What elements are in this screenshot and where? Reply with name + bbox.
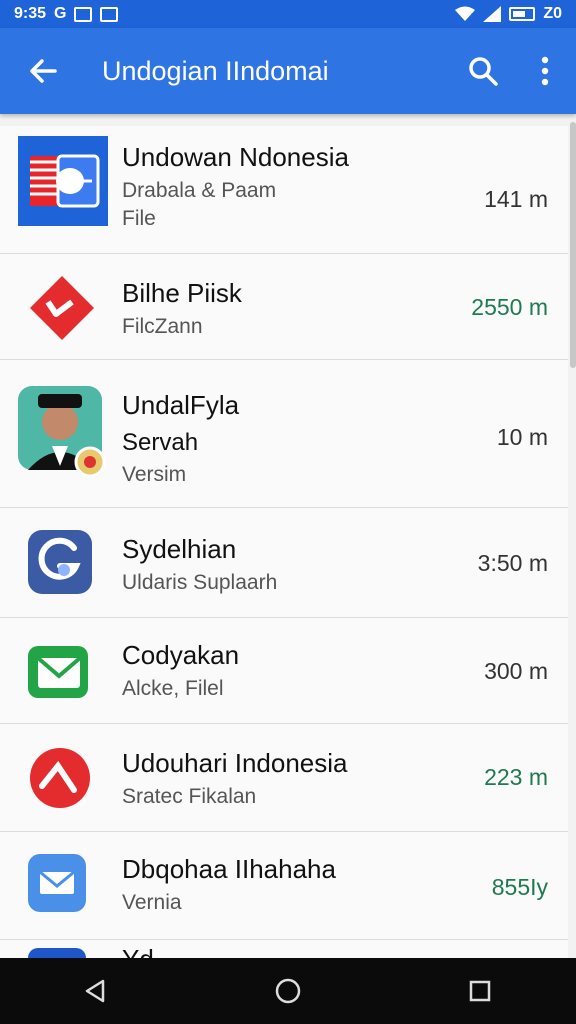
status-time: 9:35 [14,5,47,22]
red-slash-icon [28,746,92,810]
item-title: Undowan Ndonesia [122,142,349,172]
item-subtitle: Vernia [122,891,182,914]
image-icon [100,6,119,22]
list-item[interactable]: Sydelhian Uldaris Suplaarh 3:50 m [0,508,568,618]
flag-chat-app-icon [18,136,108,226]
item-subtitle: Servah [122,429,199,456]
green-mail-icon [28,640,92,704]
item-subtitle-2: File [122,207,156,230]
item-subtitle: FilcZann [122,315,203,338]
profile-avatar-icon [18,380,108,480]
item-meta: 3:50 m [477,550,548,576]
item-subtitle: Uldaris Suplaarh [122,571,278,594]
back-button[interactable] [0,28,86,114]
status-right-text: Z0 [543,5,562,22]
notification-box-icon [74,6,93,22]
square-recents-icon [469,980,491,1002]
item-title: Dbqohaa IIhahaha [122,854,336,884]
search-icon [469,57,498,86]
nav-back-button[interactable] [66,961,126,1021]
signal-icon [483,6,502,22]
item-title: Yd [122,944,154,958]
list-item[interactable]: UndalFyla Servah Versim 10 m [0,360,568,508]
blue-app-icon [28,948,88,958]
navigation-bar [0,958,576,1024]
item-meta: 223 m [484,764,548,790]
item-subtitle: Alcke, Filel [122,677,224,700]
list-item[interactable]: Yd [0,940,568,958]
nav-recents-button[interactable] [450,961,510,1021]
more-options-button[interactable] [514,28,576,114]
item-subtitle: Drabala & Paam [122,179,277,202]
nav-home-button[interactable] [258,961,318,1021]
item-meta: 10 m [496,424,548,450]
battery-icon [509,7,536,21]
triangle-back-icon [85,979,105,1003]
item-title: UndalFyla [122,390,240,420]
blue-mail-icon [28,854,88,914]
item-meta: 2550 m [471,294,548,320]
list-item[interactable]: Udouhari Indonesia Sratec Fikalan 223 m [0,724,568,832]
g-app-icon [28,530,92,594]
item-title: Sydelhian [122,534,237,564]
scrollbar[interactable] [570,122,576,368]
file-list: Undowan Ndonesia Drabala & Paam File 141… [0,114,576,958]
status-bar: 9:35 G Z0 [0,0,576,28]
status-right: Z0 [455,5,562,23]
item-title: Codyakan [122,640,240,670]
status-left: 9:35 G [14,5,119,23]
item-subtitle-2: Versim [122,463,187,486]
arrow-left-icon [30,59,57,83]
g-icon: G [54,5,67,22]
item-meta: 141 m [484,186,548,212]
search-button[interactable] [452,28,514,114]
page-title: Undogian IIndomai [102,55,329,86]
list-item[interactable]: Dbqohaa IIhahaha Vernia 855Iy [0,832,568,940]
item-meta: 855Iy [491,874,548,900]
item-title: Udouhari Indonesia [122,748,348,778]
list-item[interactable]: Bilhe Piisk FilcZann 2550 m [0,254,568,360]
circle-home-icon [275,978,301,1004]
app-bar: Undogian IIndomai [0,28,576,114]
item-title: Bilhe Piisk [122,278,242,308]
list-item[interactable]: Undowan Ndonesia Drabala & Paam File 141… [0,126,568,254]
red-play-icon [26,272,98,344]
more-vert-icon [541,56,549,86]
item-meta: 300 m [484,658,548,684]
wifi-icon [455,6,476,21]
list-item[interactable]: Codyakan Alcke, Filel 300 m [0,618,568,724]
item-subtitle: Sratec Fikalan [122,785,257,808]
